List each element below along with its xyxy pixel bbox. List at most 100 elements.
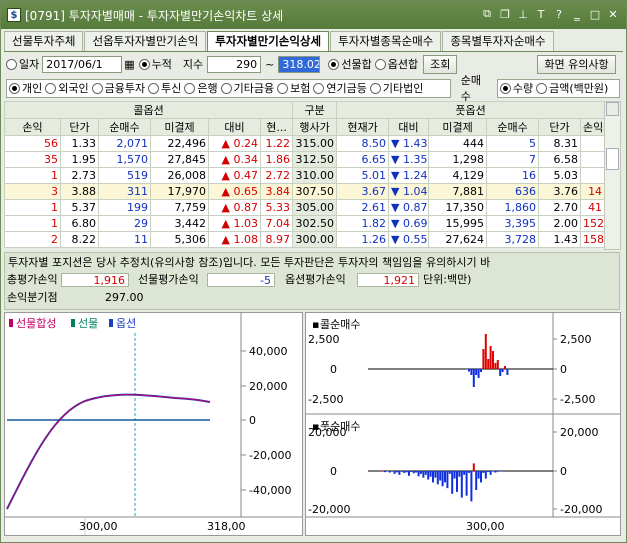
table-cell: 2.72	[259, 167, 294, 184]
screen-notes-button[interactable]: 화면 유의사항	[537, 54, 616, 74]
y-tick-label: 2,500	[560, 333, 592, 346]
radio-options-sum[interactable]: 옵션합	[374, 56, 418, 72]
table-cell: 1	[4, 199, 61, 216]
table-cell: 1.95	[60, 151, 99, 168]
tab-investor-netbuy[interactable]: 종목별투자자순매수	[442, 31, 554, 51]
tab-item-netbuy[interactable]: 투자자별종목순매수	[330, 31, 442, 51]
table-row[interactable]: 1 2.73 519 26,008 ▲ 0.47 2.72 310.00 5.01 ▼ 1.24…	[4, 167, 606, 184]
bar	[422, 471, 425, 478]
bar	[472, 463, 475, 471]
minimize-icon[interactable]: ‗	[570, 7, 584, 21]
bar	[496, 360, 499, 369]
col-header[interactable]: 미결제	[428, 118, 488, 136]
table-row[interactable]: 35 1.95 1,570 27,845 ▲ 0.34 1.86 312.50 6.65 ▼ 1…	[4, 151, 606, 168]
y-tick-label: 0	[560, 465, 567, 478]
radio-bank[interactable]: 은행	[184, 80, 218, 96]
table-row[interactable]: 1 5.37 199 7,759 ▲ 0.87 5.33 305.00 2.61 ▼ 0.87 1…	[4, 199, 606, 216]
help-icon[interactable]: ?	[552, 7, 566, 21]
table-cell	[580, 135, 606, 152]
radio-futures-sum[interactable]: 선물합	[328, 56, 372, 72]
calendar-icon[interactable]: ▦	[124, 58, 134, 71]
radio-foreign[interactable]: 외국인	[45, 80, 89, 96]
col-header[interactable]: 순매수	[98, 118, 151, 136]
table-row[interactable]: 56 1.33 2,071 22,496 ▲ 0.24 1.22 315.00 8.50 ▼ 1…	[4, 135, 606, 152]
table-cell: 307.50	[292, 183, 338, 200]
bar	[432, 471, 434, 483]
font-icon[interactable]: T	[534, 7, 548, 21]
link-icon[interactable]: ⧉	[480, 7, 494, 21]
radio-individual[interactable]: 개인	[9, 80, 42, 96]
tab-bar: 선물투자주체 선옵투자자별만기손익 투자자별만기손익상세 투자자별종목순매수 종…	[4, 31, 555, 51]
copy-icon[interactable]: ❐	[498, 7, 512, 21]
table-cell: 305.00	[292, 199, 338, 216]
bar	[415, 471, 418, 473]
put-header: 풋옵션	[336, 101, 606, 119]
maximize-icon[interactable]: □	[588, 7, 602, 21]
legend-item: 선물합성	[16, 317, 56, 330]
col-header[interactable]: 단가	[60, 118, 99, 136]
col-header[interactable]: 미결제	[150, 118, 209, 136]
index-label: 지수	[182, 58, 204, 71]
col-header[interactable]: 손익	[4, 118, 61, 136]
table-cell: 199	[98, 199, 151, 216]
table-row[interactable]: 1 6.80 29 3,442 ▲ 1.03 7.04 302.50 1.82 ▼ 0.69 15…	[4, 215, 606, 232]
radio-daily[interactable]: 일자	[6, 56, 39, 72]
table-cell: 1,298	[428, 151, 488, 168]
tab-expiry-pnl-detail[interactable]: 투자자별만기손익상세	[207, 31, 330, 51]
table-scrollbar[interactable]	[604, 101, 621, 250]
y-tick-label: -20,000	[308, 503, 350, 516]
date-field[interactable]: 2017/06/1	[42, 55, 123, 73]
radio-other-corp[interactable]: 기타법인	[369, 80, 423, 96]
table-cell: 5	[486, 135, 540, 152]
col-header[interactable]: 현...	[259, 118, 294, 136]
table-cell: 35	[4, 151, 61, 168]
bar	[405, 471, 408, 473]
radio-cumulative[interactable]: 누적	[138, 56, 172, 72]
table-cell: 3,395	[486, 215, 540, 232]
radio-quantity[interactable]: 수량	[499, 80, 533, 96]
table-cell: 7	[486, 151, 540, 168]
bar	[484, 334, 487, 369]
radio-amount[interactable]: 금액(백만원)	[536, 80, 608, 96]
col-header[interactable]: 대비	[208, 118, 261, 136]
close-icon[interactable]: ✕	[606, 7, 620, 21]
options-pnl-value: 1,921	[357, 273, 419, 287]
filter-row: 일자 2017/06/1 ▦ 누적 지수 290 ~ 318.02 선물합 옵션…	[6, 53, 616, 75]
table-cell: ▲ 0.47	[208, 167, 261, 184]
legend-swatch	[109, 319, 113, 327]
tab-expiry-pnl[interactable]: 선옵투자자별만기손익	[84, 31, 207, 51]
tab-futures-investors[interactable]: 선물투자주체	[4, 31, 84, 51]
table-cell: 3	[4, 183, 61, 200]
radio-other-fin[interactable]: 기타금융	[220, 80, 274, 96]
col-header[interactable]: 손익	[580, 118, 606, 136]
col-header[interactable]: 대비	[388, 118, 430, 136]
table-cell: 1,860	[486, 199, 540, 216]
table-cell: 2	[4, 231, 61, 248]
col-header[interactable]: 단가	[538, 118, 582, 136]
index-to-input[interactable]: 318.02	[278, 55, 321, 73]
table-cell: 3.88	[60, 183, 99, 200]
bar	[384, 471, 386, 473]
table-cell: 5.01	[336, 167, 390, 184]
col-header[interactable]: 행사가	[292, 118, 338, 136]
index-from-input[interactable]: 290	[207, 55, 262, 73]
table-cell: 3.76	[538, 183, 582, 200]
table-row[interactable]: 3 3.88 311 17,970 ▲ 0.65 3.84 307.50 3.67 ▼ 1.04…	[4, 183, 606, 200]
table-cell: 302.50	[292, 215, 338, 232]
bar	[403, 471, 406, 473]
table-cell: ▲ 1.03	[208, 215, 261, 232]
col-header[interactable]: 현재가	[336, 118, 390, 136]
x-tick-label: 318,00	[207, 520, 246, 533]
table-row[interactable]: 2 8.22 11 5,306 ▲ 1.08 8.97 300.00 1.26 ▼ 0.55 27…	[4, 231, 606, 248]
search-button[interactable]: 조회	[423, 54, 458, 74]
radio-fin-invest[interactable]: 금융투자	[91, 80, 145, 96]
y-tick-label: 20,000	[560, 426, 599, 439]
radio-trust[interactable]: 투신	[148, 80, 181, 96]
table-cell: 8.31	[538, 135, 582, 152]
radio-pension[interactable]: 연기금등	[313, 80, 367, 96]
x-tick-label: 300,00	[79, 520, 118, 533]
radio-insurance[interactable]: 보험	[277, 80, 310, 96]
table-cell: 11	[98, 231, 151, 248]
col-header[interactable]: 순매수	[486, 118, 540, 136]
pin-icon[interactable]: ⊥	[516, 7, 530, 21]
